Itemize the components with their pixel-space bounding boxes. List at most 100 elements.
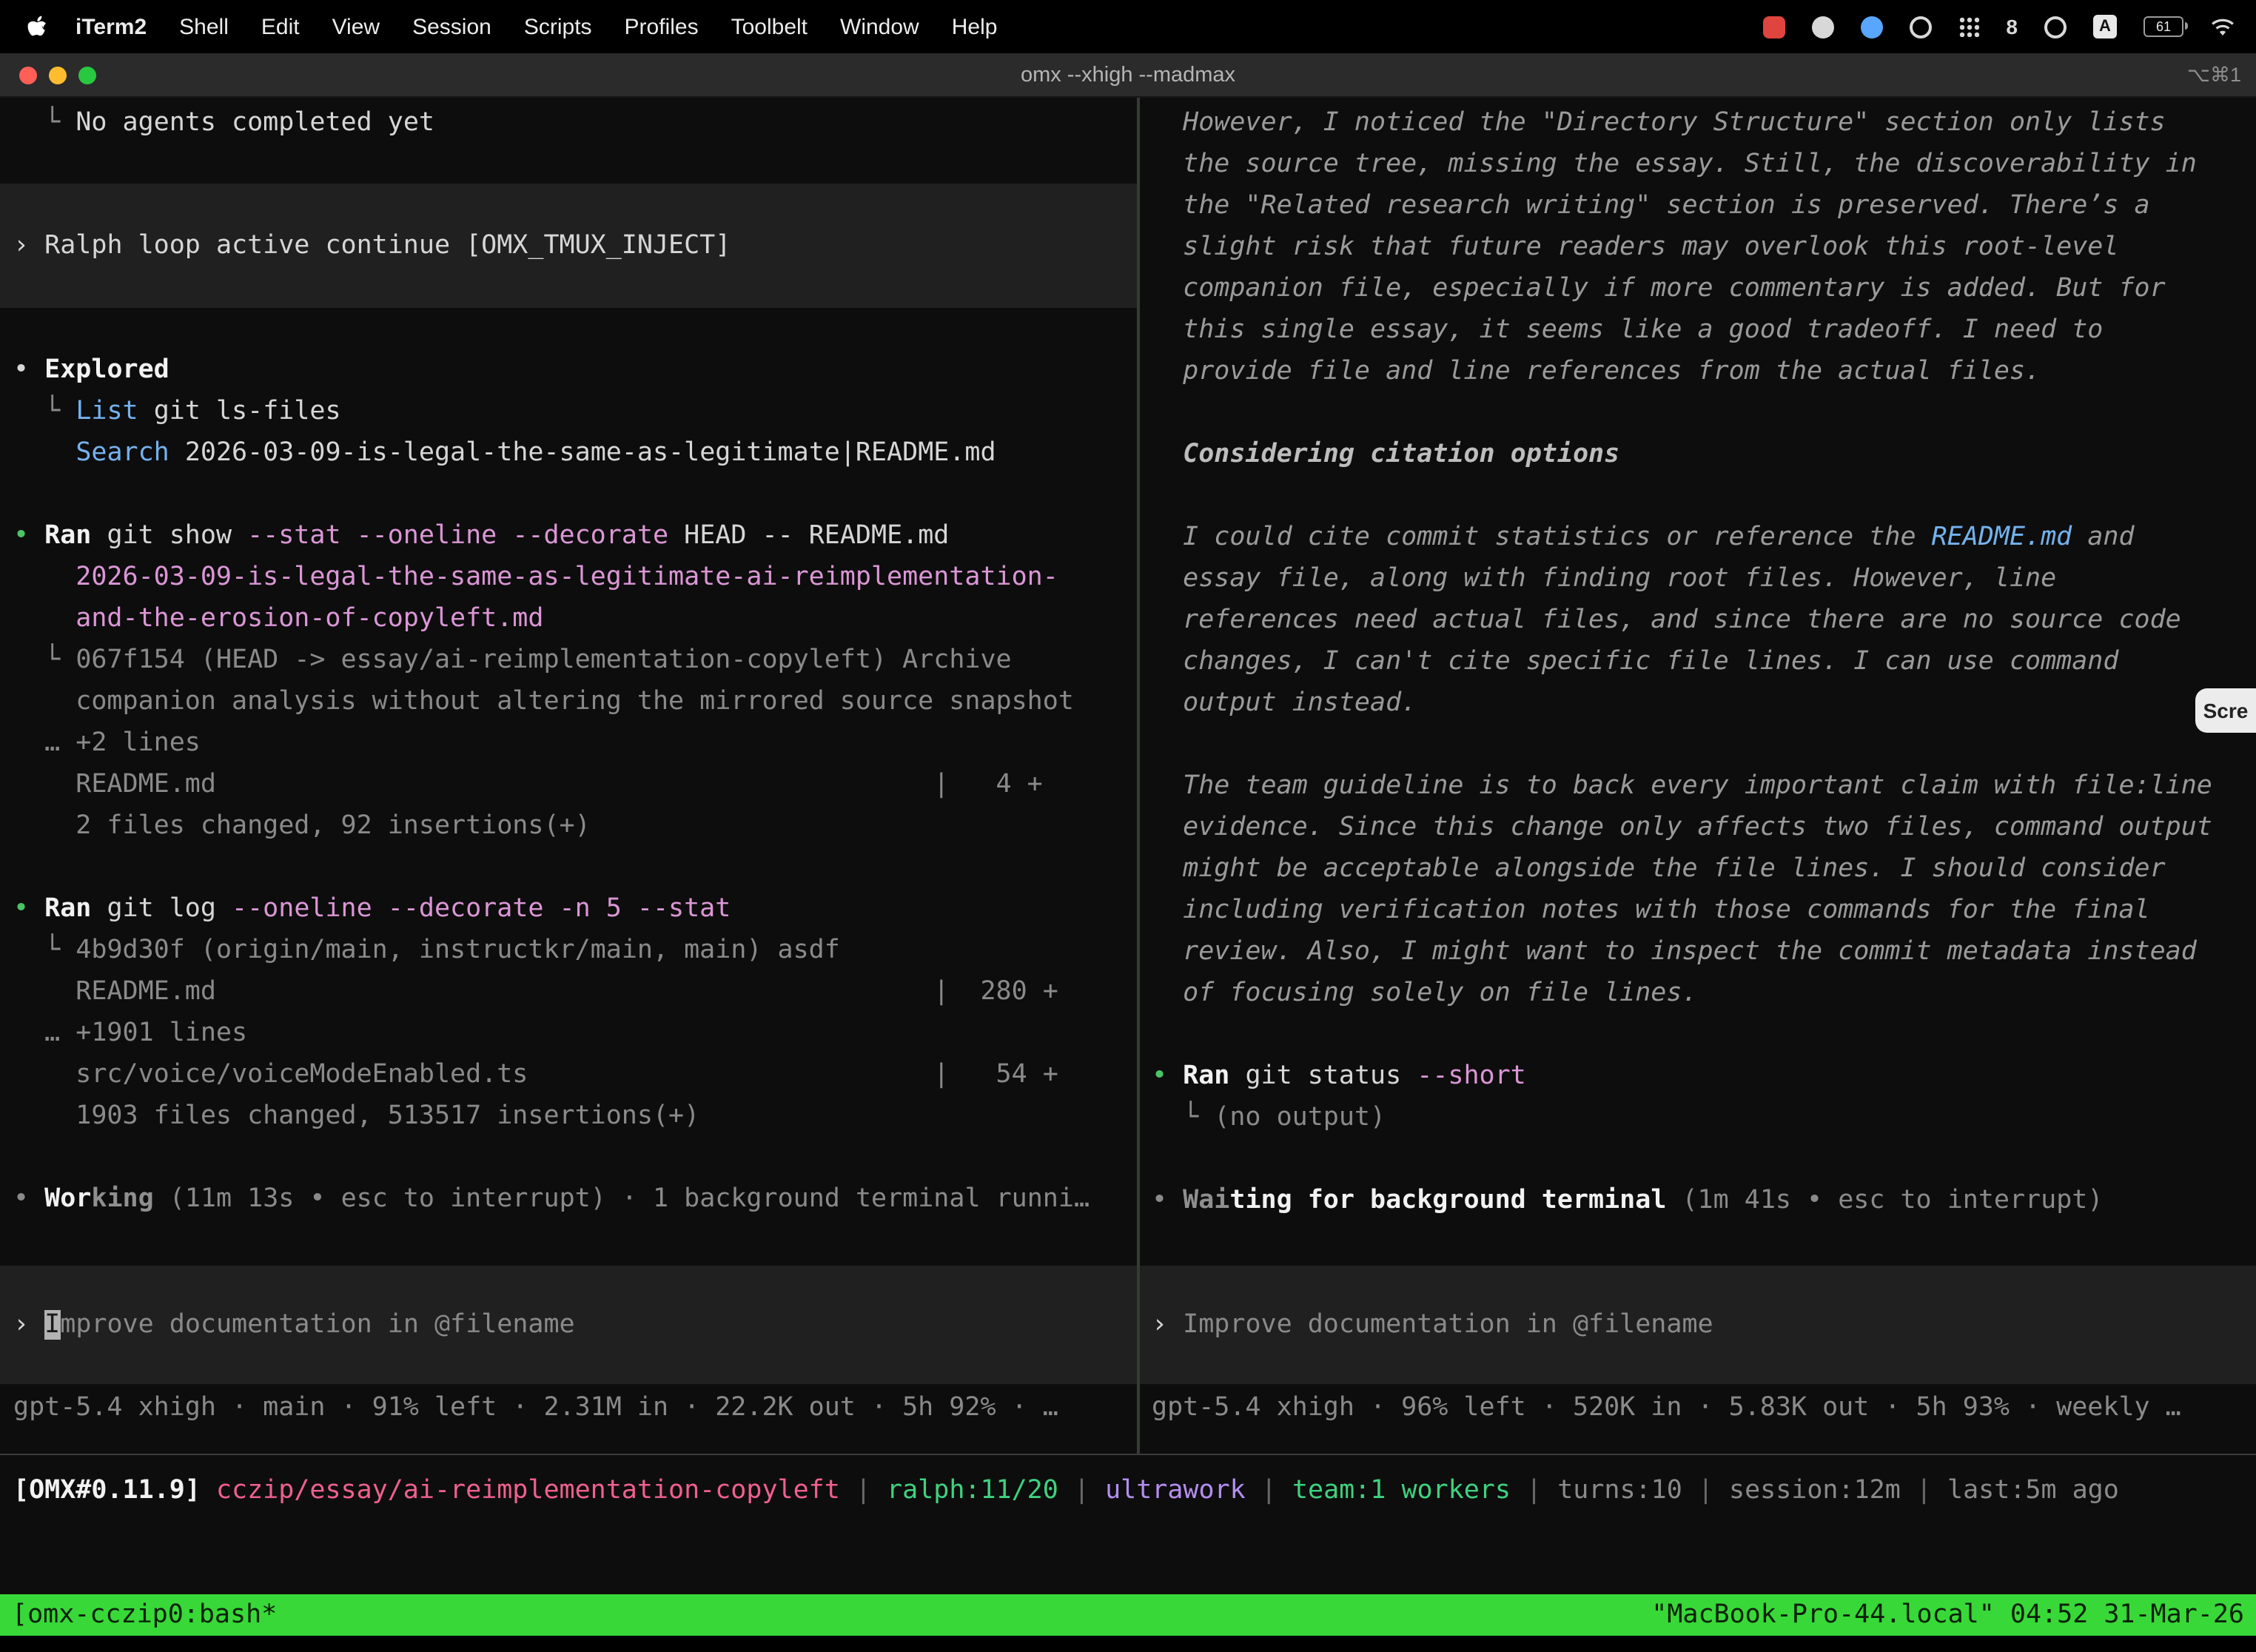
terminal-line: └ No agents completed yet — [0, 102, 1137, 144]
text-segment: Wai — [1183, 1186, 1229, 1215]
terminal-line: • Ran git log --oneline --decorate -n 5 … — [0, 888, 1137, 930]
terminal-line: changes, I can't cite specific file line… — [1140, 641, 2256, 682]
prompt-input-box-left[interactable]: › Improve documentation in @filename — [0, 1266, 1137, 1384]
text-segment: … +1901 lines — [13, 1018, 247, 1048]
blue-app-icon[interactable] — [1861, 16, 1883, 38]
text-segment: 2 files changed, 92 insertions(+) — [13, 811, 591, 841]
menu-item-session[interactable]: Session — [396, 14, 508, 39]
menu-item-toolbelt[interactable]: Toolbelt — [715, 14, 824, 39]
terminal-line: essay file, along with finding root file… — [1140, 558, 2256, 600]
terminal-line — [1140, 1138, 2256, 1180]
text-segment: | — [1246, 1476, 1292, 1505]
tmux-host-clock: "MacBook-Pro-44.local" 04:52 31-Mar-26 — [1651, 1594, 2244, 1636]
text-segment: | — [1682, 1476, 1729, 1505]
session-status-right: gpt-5.4 xhigh · 96% left · 520K in · 5.8… — [1140, 1387, 2256, 1428]
text-segment: might be acceptable alongside the file l… — [1152, 854, 2166, 884]
text-segment — [154, 1184, 169, 1214]
menu-item-profiles[interactable]: Profiles — [608, 14, 715, 39]
prompt-input-box-right[interactable]: › Improve documentation in @filename — [1140, 1266, 2256, 1384]
text-segment: › — [13, 1310, 44, 1340]
apps-grid-icon[interactable] — [1958, 16, 1979, 37]
recording-indicator-icon[interactable] — [1763, 16, 1785, 38]
omx-status-line: [OMX#0.11.9] cczip/essay/ai-reimplementa… — [0, 1470, 2256, 1511]
battery-icon[interactable]: 61 — [2143, 16, 2183, 37]
left-pane[interactable]: └ No agents completed yet › Ralph loop a… — [0, 98, 1137, 1454]
text-segment: team:1 workers — [1292, 1476, 1511, 1505]
text-segment: session:12m — [1729, 1476, 1901, 1505]
menu-item-scripts[interactable]: Scripts — [508, 14, 608, 39]
text-segment: ting for background terminal — [1229, 1186, 1666, 1215]
menu-item-help[interactable]: Help — [936, 14, 1014, 39]
terminal-line: README.md | 4 + — [0, 764, 1137, 805]
text-segment: --oneline --decorate -n 5 --stat — [232, 894, 731, 924]
screen-share-overlay-tab[interactable]: Scre — [2195, 688, 2256, 733]
agent-log-left: • Explored └ List git ls-files Search 20… — [0, 349, 1137, 1220]
text-segment: the "Related research writing" section i… — [1152, 191, 2150, 221]
text-segment: git status — [1229, 1061, 1417, 1091]
text-cursor: I — [44, 1310, 60, 1340]
text-segment: › — [1152, 1310, 1183, 1340]
terminal-line: The team guideline is to back every impo… — [1140, 765, 2256, 807]
prompt-input-right[interactable]: › Improve documentation in @filename — [1140, 1304, 2256, 1346]
terminal-line: • Explored — [0, 349, 1137, 391]
right-pane[interactable]: However, I noticed the "Directory Struct… — [1140, 98, 2256, 1454]
text-segment: references need actual files, and since … — [1152, 605, 2181, 635]
inject-banner-line: › Ralph loop active continue [OMX_TMUX_I… — [0, 225, 1137, 266]
text-segment: turns:10 — [1557, 1476, 1682, 1505]
terminal-line: of focusing solely on file lines. — [1140, 973, 2256, 1014]
terminal-line: review. Also, I might want to inspect th… — [1140, 931, 2256, 973]
text-segment: No agents completed yet — [75, 108, 434, 138]
terminal-line: 2026-03-09-is-legal-the-same-as-legitima… — [0, 557, 1137, 598]
circle-app-icon-1[interactable] — [1812, 16, 1834, 38]
inject-banner: › Ralph loop active continue [OMX_TMUX_I… — [0, 184, 1137, 308]
text-segment: essay file, along with finding root file… — [1152, 564, 2056, 594]
omx-status-bar: [OMX#0.11.9] cczip/essay/ai-reimplementa… — [0, 1455, 2256, 1594]
text-segment — [13, 438, 75, 468]
menu-bar: iTerm2ShellEditViewSessionScriptsProfile… — [0, 0, 2256, 53]
text-segment: ultrawork — [1105, 1476, 1246, 1505]
terminal-line: • Working (11m 13s • esc to interrupt) ·… — [0, 1178, 1137, 1220]
text-segment: the source tree, missing the essay. Stil… — [1152, 150, 2197, 179]
text-segment: companion file, especially if more comme… — [1152, 274, 2166, 303]
text-segment: review. Also, I might want to inspect th… — [1152, 937, 2197, 967]
desktop-screen: iTerm2ShellEditViewSessionScriptsProfile… — [0, 0, 2256, 1652]
menu-item-shell[interactable]: Shell — [163, 14, 245, 39]
terminal-line: README.md | 280 + — [0, 971, 1137, 1013]
text-segment: --stat --oneline --decorate — [247, 521, 668, 551]
text-segment: Wor — [44, 1184, 91, 1214]
terminal-line: • Ran git status --short — [1140, 1055, 2256, 1097]
terminal-line: … +1901 lines — [0, 1013, 1137, 1054]
digit-8-app-icon[interactable]: 8 — [2006, 15, 2018, 38]
menu-item-edit[interactable]: Edit — [245, 14, 316, 39]
tmux-status-bar: [omx-cczip0:bash* "MacBook-Pro-44.local"… — [0, 1594, 2256, 1636]
text-segment: companion analysis without altering the … — [13, 687, 1074, 716]
circle-app-icon-3[interactable] — [2044, 16, 2067, 38]
text-segment: Ralph loop active continue [OMX_TMUX_INJ… — [44, 231, 731, 261]
menu-item-iterm2[interactable]: iTerm2 — [59, 14, 163, 39]
wifi-icon[interactable] — [2210, 17, 2235, 36]
terminal-line: └ (no output) — [1140, 1097, 2256, 1138]
agent-intro: └ No agents completed yet — [0, 102, 1137, 144]
text-segment: output instead. — [1152, 688, 1417, 718]
window-title-bar[interactable]: omx --xhigh --madmax ⌥⌘1 — [0, 53, 2256, 98]
text-segment: changes, I can't cite specific file line… — [1152, 647, 2118, 676]
app-menus: iTerm2ShellEditViewSessionScriptsProfile… — [59, 14, 1013, 39]
text-segment: The team guideline is to back every impo… — [1152, 771, 2212, 801]
menu-item-window[interactable]: Window — [824, 14, 936, 39]
terminal-line: output instead. — [1140, 682, 2256, 724]
input-source-icon[interactable]: A — [2093, 15, 2117, 38]
text-segment: • — [13, 1184, 44, 1214]
text-segment: and — [2072, 523, 2134, 552]
text-segment: including verification notes with those … — [1152, 896, 2150, 925]
text-segment: └ — [13, 936, 75, 965]
apple-menu-icon[interactable] — [21, 14, 59, 39]
terminal-line: … +2 lines — [0, 722, 1137, 764]
session-status-left: gpt-5.4 xhigh · main · 91% left · 2.31M … — [0, 1387, 1137, 1428]
circle-app-icon-2[interactable] — [1910, 16, 1932, 38]
menu-item-view[interactable]: View — [316, 14, 397, 39]
terminal-line: • Ran git show --stat --oneline --decora… — [0, 515, 1137, 557]
text-segment: … +2 lines — [13, 728, 201, 758]
prompt-input-left[interactable]: › Improve documentation in @filename — [0, 1304, 1137, 1346]
text-segment: └ — [13, 397, 75, 426]
text-segment: provide file and line references from th… — [1152, 357, 2041, 386]
